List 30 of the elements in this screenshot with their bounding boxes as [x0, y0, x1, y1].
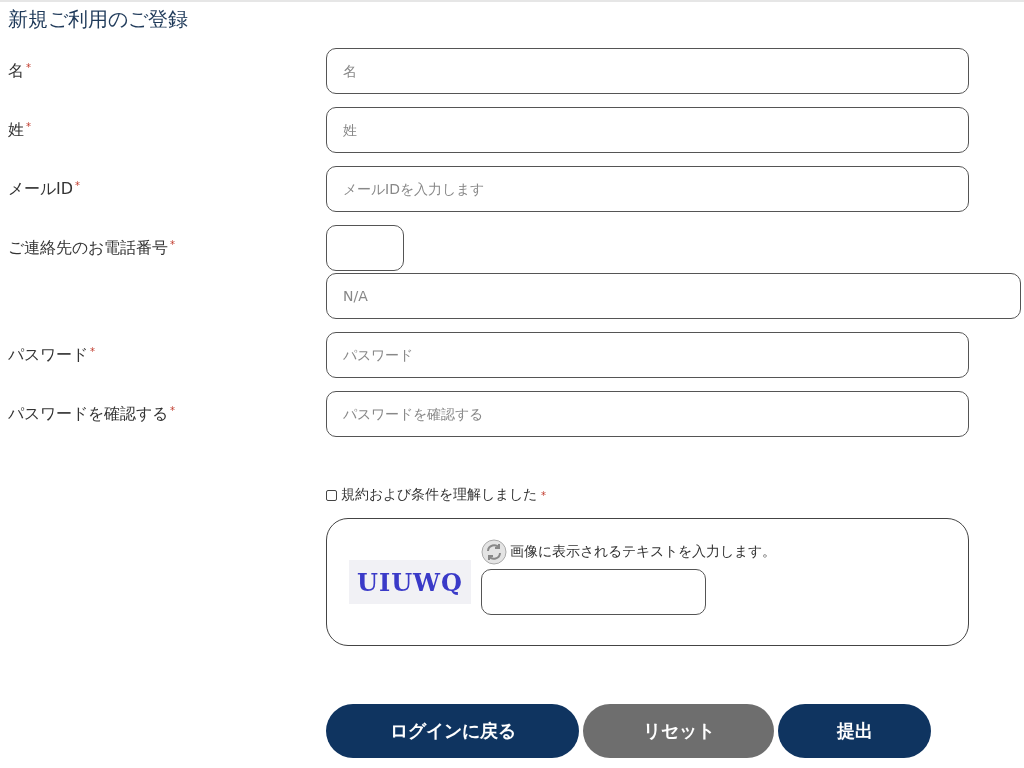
text-field[interactable]: 姓 [326, 107, 969, 153]
required-mark: * [26, 121, 31, 132]
field-label: メールID [8, 179, 74, 200]
reset-button[interactable]: リセット [583, 704, 774, 758]
text-field[interactable]: 名 [326, 48, 969, 94]
phone-field[interactable]: N/A [326, 273, 1021, 319]
page-title: 新規ご利用のご登録 [7, 6, 189, 33]
field-label: 名 [8, 61, 24, 82]
field-label: 姓 [8, 120, 24, 141]
required-mark: * [170, 405, 175, 416]
text-field[interactable]: メールIDを入力します [326, 166, 969, 212]
terms-label: 規約および条件を理解しました [341, 486, 537, 504]
country-code-field[interactable] [326, 225, 404, 271]
required-mark: * [75, 180, 81, 191]
field-label: ご連絡先のお電話番号 [8, 238, 168, 259]
captcha-prompt: 画像に表示されるテキストを入力します。 [510, 543, 776, 561]
password-field[interactable]: パスワード [326, 332, 969, 378]
required-mark: * [541, 489, 546, 501]
captcha-field[interactable] [481, 569, 706, 615]
captcha-image: UIUWQ [349, 560, 471, 604]
required-mark: * [90, 346, 95, 357]
action-button[interactable]: 提出 [778, 704, 931, 758]
required-mark: * [26, 62, 31, 73]
terms-checkbox[interactable] [326, 489, 337, 501]
field-label: パスワードを確認する [8, 404, 168, 425]
refresh-icon[interactable] [481, 539, 507, 565]
action-button[interactable]: ログインに戻る [326, 704, 579, 758]
required-mark: * [170, 239, 175, 250]
password-field[interactable]: パスワードを確認する [326, 391, 969, 437]
field-label: パスワード [8, 345, 88, 366]
